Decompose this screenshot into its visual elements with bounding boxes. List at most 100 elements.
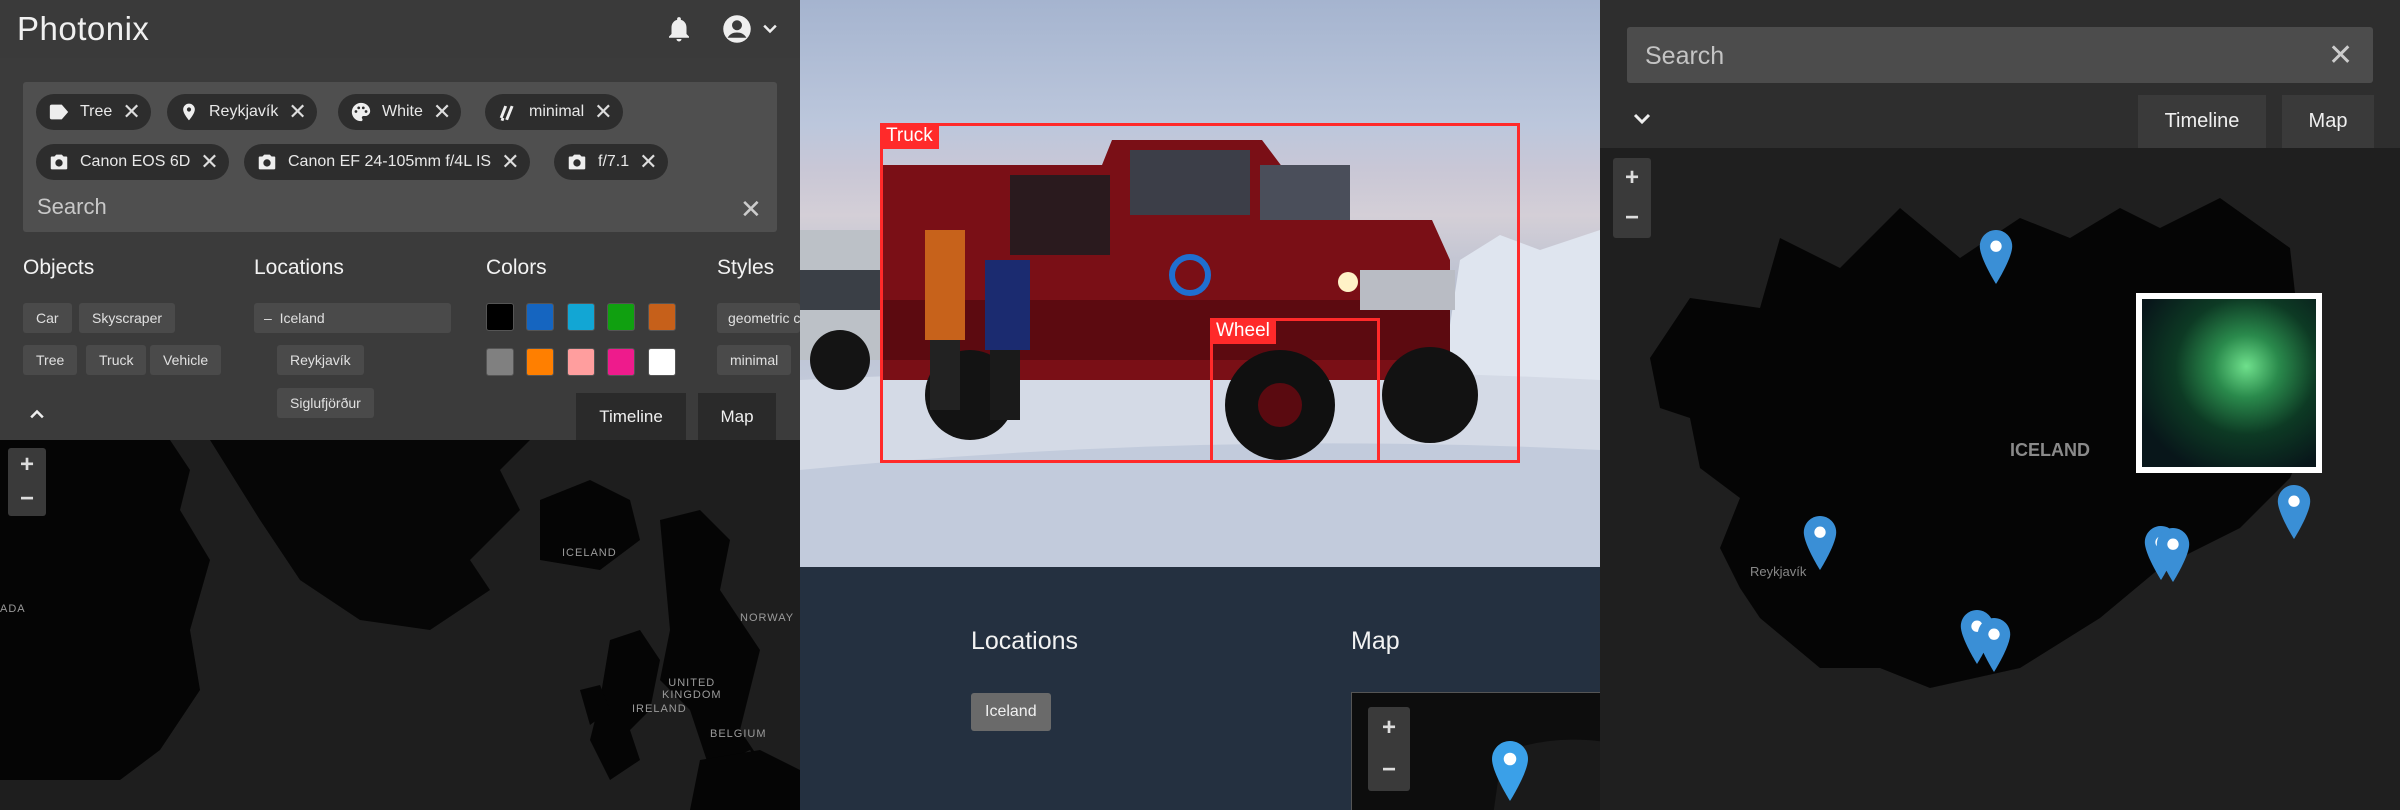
map-view-panel: Search ✕ Timeline Map ICELAND Reykjavík … [1600,0,2400,810]
location-tag-iceland[interactable]: – Iceland [254,303,451,333]
map-pin-icon[interactable] [2277,485,2311,539]
object-tag[interactable]: Car [23,303,72,333]
chevron-down-icon[interactable] [760,14,780,44]
color-swatch-black[interactable] [486,303,514,331]
map-label-uk: UNITED KINGDOM [662,677,722,701]
locations-section-title: Locations [971,627,1079,655]
account-icon[interactable] [722,14,752,44]
tab-map[interactable]: Map [698,393,776,441]
object-tag[interactable]: Tree [23,345,78,375]
photo: Truck Wheel [800,0,1600,567]
map-label-iceland: ICELAND [562,547,617,559]
tab-timeline[interactable]: Timeline [576,393,686,441]
objects-title: Objects [23,256,95,279]
color-swatch-brown[interactable] [648,303,676,331]
close-icon[interactable]: ✕ [200,151,218,173]
location-label: Iceland [279,310,325,326]
close-icon[interactable]: ✕ [433,101,451,123]
color-swatch-magenta[interactable] [607,348,635,376]
filter-chip-tree[interactable]: Tree ✕ [36,94,151,130]
colors-title: Colors [486,256,547,279]
color-swatch-orange[interactable] [526,348,554,376]
styles-title: Styles [717,256,775,279]
map-pin-icon[interactable] [1979,230,2013,284]
close-icon[interactable]: ✕ [740,194,762,225]
filter-chip-aperture[interactable]: f/7.1 ✕ [554,144,668,180]
collapse-toggle[interactable]: – [264,310,272,326]
close-icon[interactable]: ✕ [639,151,657,173]
camera-icon [50,154,68,170]
map-pin-icon[interactable] [1803,516,1837,570]
style-tag[interactable]: minimal [717,345,792,375]
bell-icon[interactable] [664,14,694,44]
zoom-out-button[interactable]: − [1368,749,1410,791]
detection-label-wheel: Wheel [1210,318,1276,344]
palette-icon [351,102,371,122]
object-tag[interactable]: Truck [86,345,147,375]
chevron-down-icon[interactable] [1630,107,1654,131]
chip-label: f/7.1 [598,153,630,170]
iceland-map[interactable]: ICELAND Reykjavík + − [1600,148,2400,810]
location-tag[interactable]: Siglufjörður [277,388,374,418]
color-swatch-cyan[interactable] [567,303,595,331]
detection-box-truck[interactable] [880,123,1520,463]
camera-icon [568,154,586,170]
mini-map[interactable]: + − [1351,692,1600,810]
photo-popup[interactable] [2136,293,2322,473]
aurora-thumbnail[interactable] [2142,299,2316,467]
location-pin-icon [183,103,195,121]
map-search-box[interactable] [1627,27,2373,83]
chip-label: Canon EF 24-105mm f/4L IS [288,153,492,170]
map-label-canada: ADA [0,603,26,615]
detection-label-truck: Truck [880,123,939,149]
tag-icon [49,104,69,120]
location-tag-iceland[interactable]: Iceland [971,693,1051,731]
map-pin-icon[interactable] [1977,618,2011,672]
tab-map[interactable]: Map [2282,95,2374,148]
object-tag[interactable]: Vehicle [150,345,222,375]
map-label-belgium: BELGIUM [710,728,767,740]
close-icon[interactable]: ✕ [501,151,519,173]
photo-detail-panel: Truck Wheel Locations Iceland Map + − [800,0,1600,810]
map-label-city: Reykjavík [1750,564,1807,579]
tab-timeline[interactable]: Timeline [2138,95,2266,148]
chip-label: White [382,103,423,120]
filter-chip-reykjavik[interactable]: Reykjavík ✕ [167,94,317,130]
zoom-in-button[interactable]: + [1613,158,1651,198]
map-pin-icon[interactable] [1492,741,1528,801]
camera-icon [258,154,276,170]
filter-chip-white[interactable]: White ✕ [338,94,462,130]
filter-chip-lens[interactable]: Canon EF 24-105mm f/4L IS ✕ [244,144,530,180]
close-icon[interactable]: ✕ [2328,38,2353,73]
locations-title: Locations [254,256,344,279]
zoom-out-button[interactable]: − [1613,198,1651,238]
object-tag[interactable]: Skyscraper [79,303,176,333]
filter-chip-camera[interactable]: Canon EOS 6D ✕ [36,144,229,180]
app-title: Photonix [17,10,150,47]
world-map[interactable]: + − ADA ICELAND NORWAY UNITED KINGDOM IR… [0,440,800,810]
zoom-out-button[interactable]: − [8,482,46,516]
close-icon[interactable]: ✕ [288,101,306,123]
style-tag[interactable]: geometric composition [717,303,800,333]
filter-search-input[interactable]: Search [37,194,107,220]
map-pin-icon[interactable] [2156,528,2190,582]
color-swatch-pink[interactable] [567,348,595,376]
map-search-input[interactable]: Search [1645,42,1724,71]
style-icon [499,105,514,122]
world-map-shapes [0,440,800,810]
chevron-up-icon[interactable] [27,404,47,424]
color-swatch-white[interactable] [648,348,676,376]
zoom-controls: + − [1613,158,1651,238]
color-swatch-gray[interactable] [486,348,514,376]
zoom-in-button[interactable]: + [8,448,46,482]
filter-chip-minimal[interactable]: minimal ✕ [485,94,623,130]
zoom-in-button[interactable]: + [1368,707,1410,749]
color-swatch-blue[interactable] [526,303,554,331]
chip-label: minimal [529,103,585,120]
location-tag[interactable]: Reykjavík [277,345,364,375]
close-icon[interactable]: ✕ [122,101,140,123]
close-icon[interactable]: ✕ [594,101,612,123]
map-label-country: ICELAND [2010,440,2090,460]
color-swatch-green[interactable] [607,303,635,331]
chip-label: Canon EOS 6D [80,153,191,170]
